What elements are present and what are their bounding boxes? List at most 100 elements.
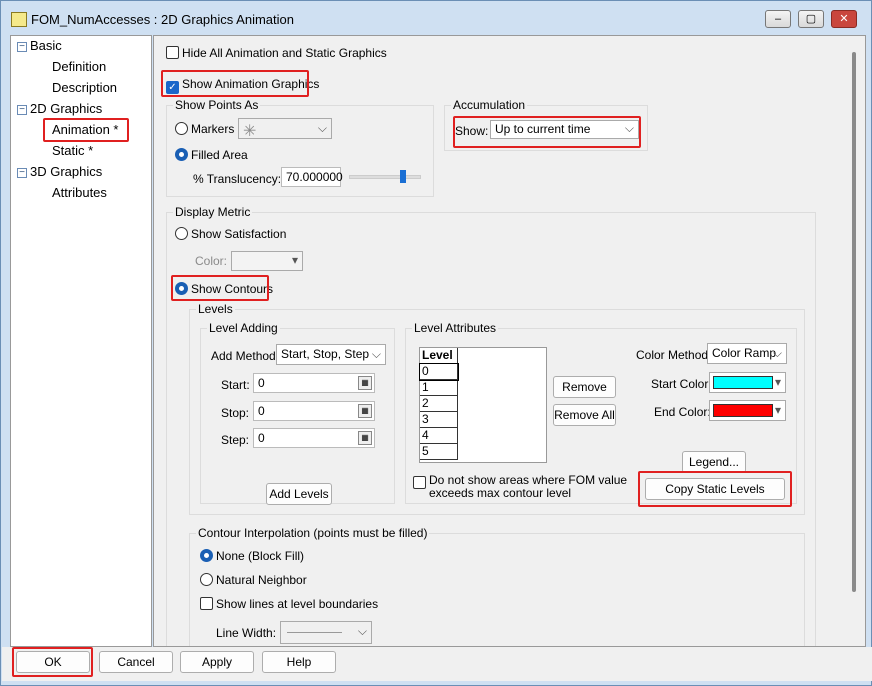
button-bar: OK Cancel Apply Help: [2, 647, 872, 681]
checkbox-box[interactable]: [413, 476, 426, 489]
highlight-box: [171, 275, 269, 301]
marker-select[interactable]: ✳ ⌵: [238, 118, 332, 140]
end-color-picker[interactable]: ▾: [709, 400, 786, 421]
group-title: Levels: [196, 302, 235, 316]
translucency-label: % Translucency:: [193, 172, 282, 186]
group-title: Contour Interpolation (points must be fi…: [196, 526, 430, 540]
table-row[interactable]: 2: [420, 396, 458, 412]
table-row[interactable]: 5: [420, 444, 458, 460]
start-label: Start:: [221, 378, 250, 392]
tree-item-basic[interactable]: − Basic: [17, 38, 62, 53]
vertical-scrollbar[interactable]: [846, 36, 864, 646]
calculator-icon[interactable]: ▦: [358, 404, 372, 418]
collapse-icon[interactable]: −: [17, 105, 27, 115]
hide-all-checkbox[interactable]: Hide All Animation and Static Graphics: [166, 46, 387, 60]
remove-all-button[interactable]: Remove All: [553, 404, 616, 426]
levels-table[interactable]: Level 012345: [419, 347, 547, 463]
legend-button[interactable]: Legend...: [682, 451, 746, 473]
tree-item-attributes[interactable]: Attributes: [52, 185, 107, 200]
step-input[interactable]: 0 ▦: [253, 428, 375, 448]
color-method-select[interactable]: Color Ramp ⌵: [707, 343, 787, 364]
color-swatch: [713, 404, 773, 417]
select-value: Start, Stop, Step: [281, 347, 370, 361]
none-block-fill-radio[interactable]: None (Block Fill): [200, 549, 304, 563]
checkbox-label: Do not show areas where FOM value exceed…: [429, 473, 628, 500]
table-row[interactable]: 0: [419, 363, 459, 381]
table-row[interactable]: 4: [420, 428, 458, 444]
window-title: FOM_NumAccesses : 2D Graphics Animation: [31, 12, 294, 27]
table-header: Level: [420, 348, 458, 364]
radio-label: Filled Area: [191, 148, 248, 162]
start-color-picker[interactable]: ▾: [709, 372, 786, 393]
line-width-select[interactable]: ⌵: [280, 621, 372, 644]
markers-radio[interactable]: Markers: [175, 122, 234, 136]
group-title: Level Attributes: [412, 321, 499, 335]
tree-item-description[interactable]: Description: [52, 80, 117, 95]
tree-label: Basic: [30, 38, 62, 53]
radio-label: Show Satisfaction: [191, 227, 287, 241]
line-sample: [287, 632, 342, 633]
collapse-icon[interactable]: −: [17, 42, 27, 52]
add-levels-button[interactable]: Add Levels: [266, 483, 332, 505]
contour-interpolation-group: Contour Interpolation (points must be fi…: [189, 526, 805, 646]
tree-item-definition[interactable]: Definition: [52, 59, 106, 74]
highlight-box: [638, 471, 792, 507]
remove-button[interactable]: Remove: [553, 376, 616, 398]
satisfaction-color-picker[interactable]: ▾: [231, 251, 303, 271]
line-width-label: Line Width:: [216, 626, 277, 640]
level-attributes-group: Level Attributes Level 012345 Remove Rem…: [405, 321, 797, 507]
calculator-icon[interactable]: ▦: [358, 431, 372, 445]
scrollbar-thumb[interactable]: [852, 52, 856, 592]
window-icon: [11, 12, 27, 27]
stop-input[interactable]: 0 ▦: [253, 401, 375, 421]
dialog-window: FOM_NumAccesses : 2D Graphics Animation …: [0, 0, 872, 686]
maximize-button[interactable]: ▢: [798, 10, 824, 28]
translucency-input[interactable]: 70.000000: [281, 167, 343, 187]
input-value: 0: [258, 431, 265, 445]
filled-area-radio[interactable]: Filled Area: [175, 148, 248, 162]
group-title: Show Points As: [173, 98, 261, 112]
chevron-down-icon: ⌵: [371, 347, 381, 361]
hide-exceeding-checkbox[interactable]: Do not show areas where FOM value exceed…: [413, 474, 633, 500]
tree-item-3d-graphics[interactable]: −3D Graphics: [17, 164, 102, 179]
radio-label: Natural Neighbor: [216, 573, 307, 587]
close-button[interactable]: ✕: [831, 10, 857, 28]
cancel-button[interactable]: Cancel: [99, 651, 173, 673]
table-row[interactable]: 3: [420, 412, 458, 428]
start-input[interactable]: 0 ▦: [253, 373, 375, 393]
calculator-icon[interactable]: ▦: [358, 376, 372, 390]
add-method-select[interactable]: Start, Stop, Step ⌵: [276, 344, 386, 365]
slider-thumb[interactable]: [399, 170, 406, 183]
table-row[interactable]: 1: [420, 380, 458, 396]
show-lines-checkbox[interactable]: Show lines at level boundaries: [200, 597, 378, 611]
natural-neighbor-radio[interactable]: Natural Neighbor: [200, 573, 307, 587]
add-method-label: Add Method:: [211, 349, 280, 363]
color-swatch: [713, 376, 773, 389]
chevron-down-icon: ⌵: [357, 624, 367, 638]
highlight-box: [12, 647, 93, 677]
collapse-icon[interactable]: −: [17, 168, 27, 178]
minimize-button[interactable]: ‒: [765, 10, 791, 28]
help-button[interactable]: Help: [262, 651, 336, 673]
checkbox-box[interactable]: [166, 46, 179, 59]
translucency-slider[interactable]: [349, 170, 421, 183]
chevron-down-icon: ⌵: [317, 121, 327, 135]
highlight-box: [453, 116, 641, 148]
tree-item-2d-graphics[interactable]: −2D Graphics: [17, 101, 102, 116]
checkbox-label: Hide All Animation and Static Graphics: [182, 46, 387, 60]
tree-label: 3D Graphics: [30, 164, 103, 179]
input-value: 0: [258, 376, 265, 390]
apply-button[interactable]: Apply: [180, 651, 254, 673]
tree-item-static[interactable]: Static *: [52, 143, 93, 158]
show-points-group: Show Points As Markers ✳ ⌵ Filled Area % …: [166, 98, 434, 197]
start-color-label: Start Color:: [651, 377, 712, 391]
asterisk-marker-icon: ✳: [243, 123, 257, 140]
color-method-label: Color Method:: [636, 348, 712, 362]
radio-label: None (Block Fill): [216, 549, 305, 563]
settings-panel: Hide All Animation and Static Graphics ✓…: [153, 35, 866, 647]
color-label: Color:: [195, 254, 228, 268]
group-title: Level Adding: [207, 321, 280, 335]
show-satisfaction-radio[interactable]: Show Satisfaction: [175, 227, 286, 241]
checkbox-label: Show lines at level boundaries: [216, 597, 379, 611]
dropdown-arrow-icon: ▾: [774, 403, 781, 417]
